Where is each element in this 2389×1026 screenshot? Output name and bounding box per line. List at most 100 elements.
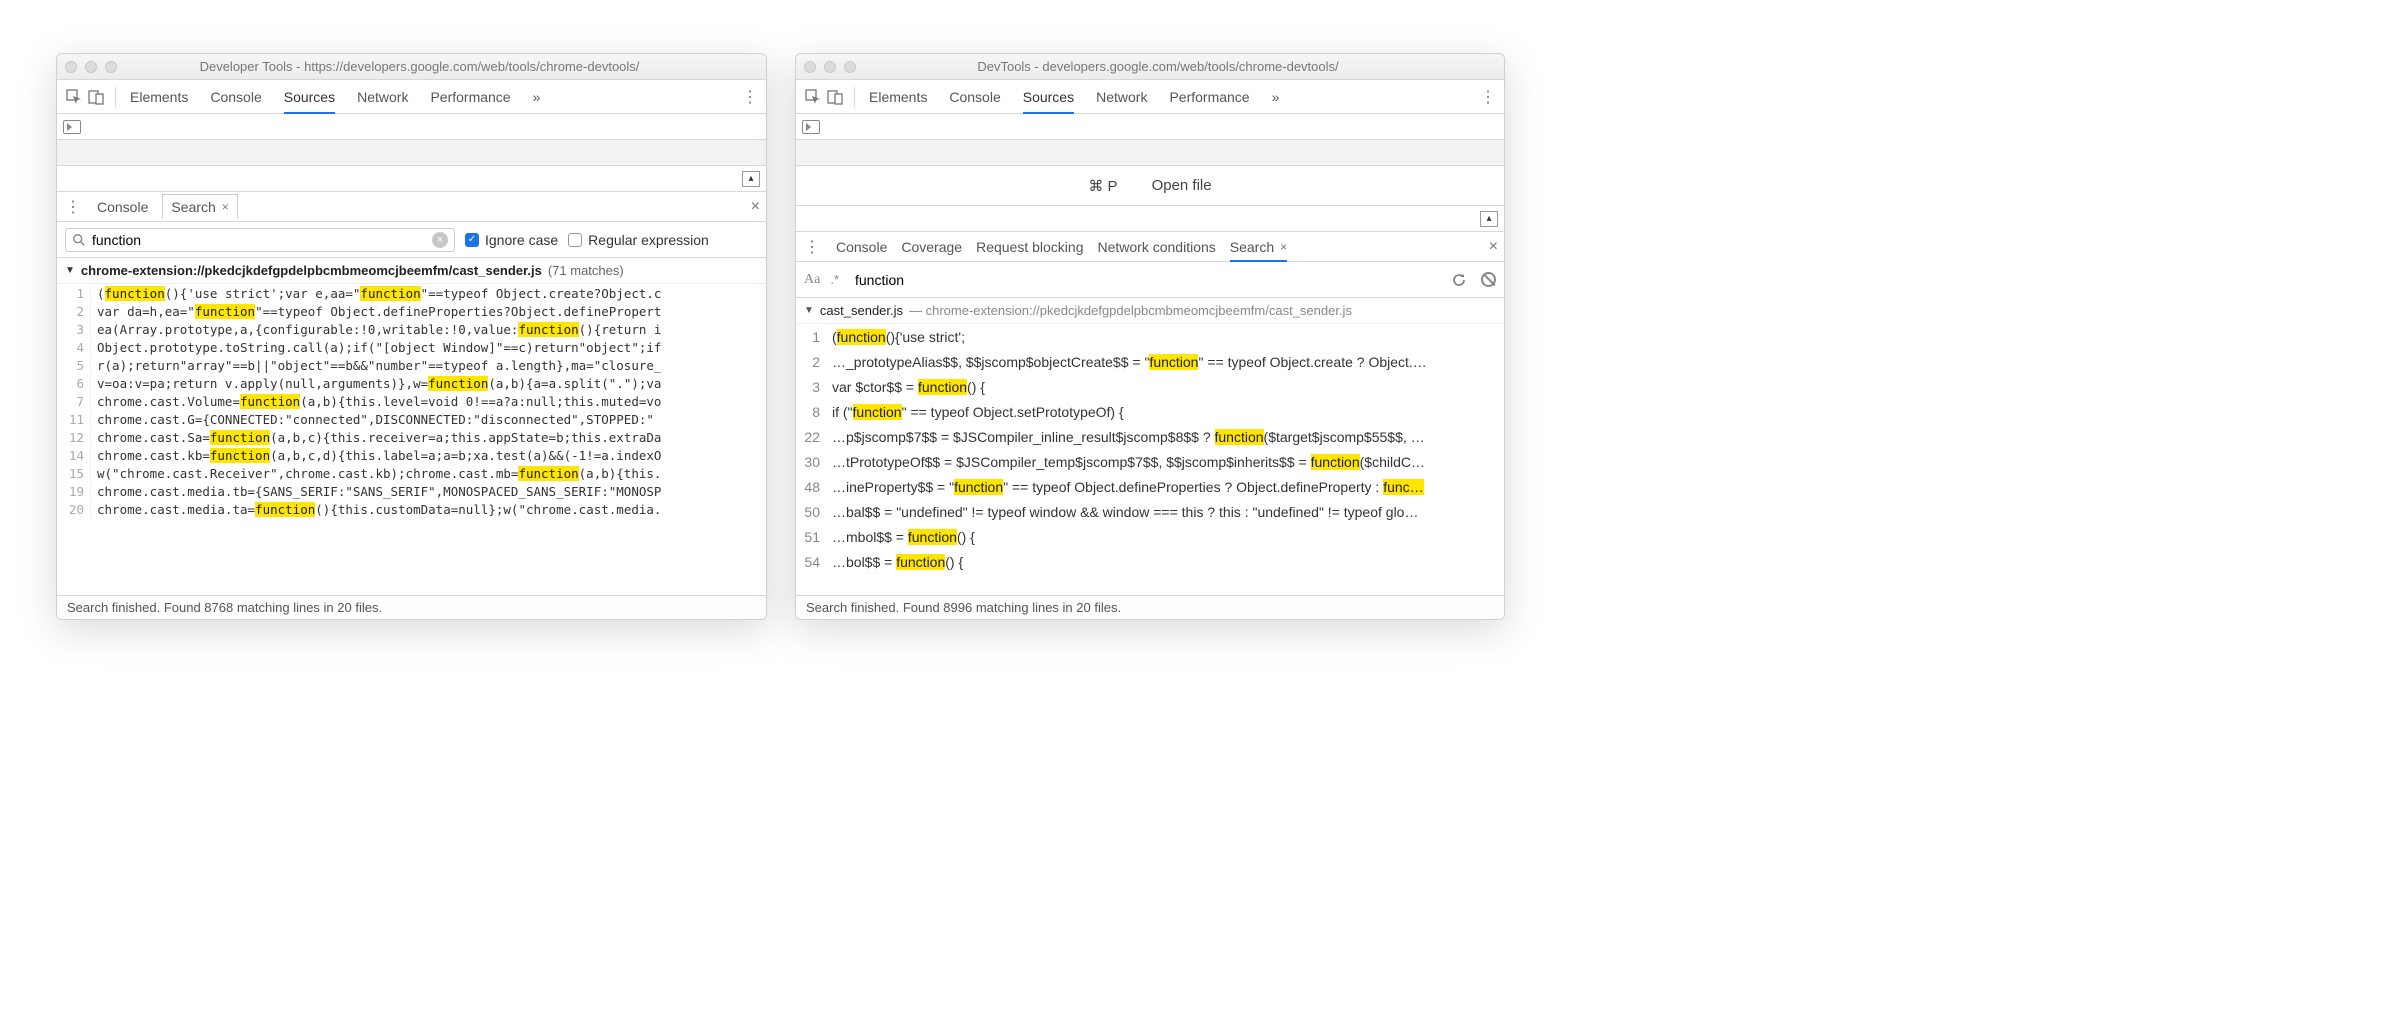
window-minimize[interactable] bbox=[824, 61, 836, 73]
line-code: chrome.cast.G={CONNECTED:"connected",DIS… bbox=[91, 412, 654, 427]
result-line[interactable]: 50…bal$$ = "undefined" != typeof window … bbox=[796, 499, 1504, 524]
line-number: 4 bbox=[57, 340, 91, 355]
tab-sources[interactable]: Sources bbox=[284, 81, 335, 113]
line-code: …tPrototypeOf$$ = $JSCompiler_temp$jscom… bbox=[826, 454, 1425, 470]
result-line[interactable]: 15w("chrome.cast.Receiver",chrome.cast.k… bbox=[57, 464, 766, 482]
result-line[interactable]: 8if ("function" == typeof Object.setProt… bbox=[796, 399, 1504, 424]
result-line[interactable]: 1(function(){'use strict'; bbox=[796, 324, 1504, 349]
search-bar: Aa .* bbox=[796, 262, 1504, 298]
result-line[interactable]: 11chrome.cast.G={CONNECTED:"connected",D… bbox=[57, 410, 766, 428]
drawer-close-icon[interactable]: × bbox=[751, 198, 760, 216]
tab-console[interactable]: Console bbox=[949, 81, 1000, 113]
close-icon[interactable]: × bbox=[222, 200, 229, 214]
inspect-icon[interactable] bbox=[802, 86, 824, 108]
drawer-tab-console[interactable]: Console bbox=[97, 193, 148, 221]
main-menu-icon[interactable]: ⋮ bbox=[1478, 87, 1498, 107]
line-code: chrome.cast.media.tb={SANS_SERIF:"SANS_S… bbox=[91, 484, 661, 499]
navigator-toggle-bar bbox=[796, 114, 1504, 140]
ignore-case-checkbox[interactable]: ✓ Ignore case bbox=[465, 232, 558, 248]
result-line[interactable]: 5r(a);return"array"==b||"object"==b&&"nu… bbox=[57, 356, 766, 374]
tab-elements[interactable]: Elements bbox=[869, 81, 927, 113]
tab-sources[interactable]: Sources bbox=[1023, 81, 1074, 113]
refresh-icon[interactable] bbox=[1451, 272, 1467, 288]
show-navigator-icon[interactable] bbox=[63, 120, 81, 134]
result-file-header[interactable]: ▼ cast_sender.js — chrome-extension://pk… bbox=[796, 298, 1504, 324]
result-line[interactable]: 30…tPrototypeOf$$ = $JSCompiler_temp$jsc… bbox=[796, 449, 1504, 474]
result-line[interactable]: 51…mbol$$ = function() { bbox=[796, 524, 1504, 549]
status-bar: Search finished. Found 8996 matching lin… bbox=[796, 595, 1504, 619]
line-code: if ("function" == typeof Object.setProto… bbox=[826, 404, 1124, 420]
clear-icon[interactable]: × bbox=[432, 232, 448, 248]
tab-elements[interactable]: Elements bbox=[130, 81, 188, 113]
window-close[interactable] bbox=[804, 61, 816, 73]
close-icon[interactable]: × bbox=[1280, 240, 1287, 254]
line-number: 2 bbox=[57, 304, 91, 319]
result-line[interactable]: 54…bol$$ = function() { bbox=[796, 549, 1504, 574]
result-line[interactable]: 22…p$jscomp$7$$ = $JSCompiler_inline_res… bbox=[796, 424, 1504, 449]
drawer-tab-search[interactable]: Search × bbox=[1230, 233, 1287, 261]
tab-network[interactable]: Network bbox=[1096, 81, 1147, 113]
result-line[interactable]: 3var $ctor$$ = function() { bbox=[796, 374, 1504, 399]
tab-performance[interactable]: Performance bbox=[1169, 81, 1249, 113]
regex-icon[interactable]: .* bbox=[830, 272, 839, 287]
result-line[interactable]: 2…_prototypeAlias$$, $$jscomp$objectCrea… bbox=[796, 349, 1504, 374]
line-code: …ineProperty$$ = "function" == typeof Ob… bbox=[826, 479, 1424, 495]
drawer-tab-search-label: Search bbox=[1230, 239, 1274, 255]
drawer-menu-icon[interactable]: ⋮ bbox=[63, 197, 83, 217]
window-minimize[interactable] bbox=[85, 61, 97, 73]
line-code: (function(){'use strict'; bbox=[826, 329, 965, 345]
openfile-label[interactable]: Open file bbox=[1152, 177, 1212, 194]
drawer-collapse-bar: ▴ bbox=[57, 166, 766, 192]
tab-network[interactable]: Network bbox=[357, 81, 408, 113]
main-menu-icon[interactable]: ⋮ bbox=[740, 87, 760, 107]
drawer-tab-search[interactable]: Search × bbox=[162, 194, 237, 219]
drawer-tab-network-conditions[interactable]: Network conditions bbox=[1097, 233, 1215, 261]
window-close[interactable] bbox=[65, 61, 77, 73]
search-input[interactable] bbox=[855, 272, 1435, 288]
tab-performance[interactable]: Performance bbox=[430, 81, 510, 113]
window-zoom[interactable] bbox=[105, 61, 117, 73]
checkbox-icon: ✓ bbox=[465, 233, 479, 247]
drawer-collapse-icon[interactable]: ▴ bbox=[1480, 211, 1498, 227]
open-file-hint: ⌘ P Open file bbox=[796, 166, 1504, 206]
tabs-overflow[interactable]: » bbox=[1272, 81, 1280, 113]
drawer-tab-coverage[interactable]: Coverage bbox=[901, 233, 962, 261]
result-line[interactable]: 14chrome.cast.kb=function(a,b,c,d){this.… bbox=[57, 446, 766, 464]
result-line[interactable]: 4Object.prototype.toString.call(a);if("[… bbox=[57, 338, 766, 356]
window-zoom[interactable] bbox=[844, 61, 856, 73]
line-number: 48 bbox=[796, 479, 826, 495]
result-line[interactable]: 3ea(Array.prototype,a,{configurable:!0,w… bbox=[57, 320, 766, 338]
drawer-menu-icon[interactable]: ⋮ bbox=[802, 237, 822, 257]
device-toggle-icon[interactable] bbox=[85, 86, 107, 108]
drawer-tab-console[interactable]: Console bbox=[836, 233, 887, 261]
match-case-icon[interactable]: Aa bbox=[804, 272, 820, 288]
drawer-close-icon[interactable]: × bbox=[1489, 238, 1498, 256]
result-line[interactable]: 19chrome.cast.media.tb={SANS_SERIF:"SANS… bbox=[57, 482, 766, 500]
inspect-icon[interactable] bbox=[63, 86, 85, 108]
result-line[interactable]: 48…ineProperty$$ = "function" == typeof … bbox=[796, 474, 1504, 499]
show-navigator-icon[interactable] bbox=[802, 120, 820, 134]
result-line[interactable]: 20chrome.cast.media.ta=function(){this.c… bbox=[57, 500, 766, 518]
device-toggle-icon[interactable] bbox=[824, 86, 846, 108]
result-line[interactable]: 12chrome.cast.Sa=function(a,b,c){this.re… bbox=[57, 428, 766, 446]
search-input[interactable] bbox=[92, 232, 426, 248]
clear-icon[interactable] bbox=[1481, 272, 1496, 287]
tabs-overflow[interactable]: » bbox=[533, 81, 541, 113]
result-line[interactable]: 1(function(){'use strict';var e,aa="func… bbox=[57, 284, 766, 302]
drawer-tab-request-blocking[interactable]: Request blocking bbox=[976, 233, 1083, 261]
drawer-tabs: ⋮ Console Search × × bbox=[57, 192, 766, 222]
result-line[interactable]: 2var da=h,ea="function"==typeof Object.d… bbox=[57, 302, 766, 320]
drawer-collapse-icon[interactable]: ▴ bbox=[742, 171, 760, 187]
line-code: …p$jscomp$7$$ = $JSCompiler_inline_resul… bbox=[826, 429, 1425, 445]
regex-checkbox[interactable]: Regular expression bbox=[568, 232, 709, 248]
result-line[interactable]: 6v=oa:v=pa;return v.apply(null,arguments… bbox=[57, 374, 766, 392]
devtools-window-right: DevTools - developers.google.com/web/too… bbox=[795, 53, 1505, 620]
checkbox-icon bbox=[568, 233, 582, 247]
devtools-window-left: Developer Tools - https://developers.goo… bbox=[56, 53, 767, 620]
line-code: …bal$$ = "undefined" != typeof window &&… bbox=[826, 504, 1418, 520]
status-bar: Search finished. Found 8768 matching lin… bbox=[57, 595, 766, 619]
result-file-header[interactable]: ▼ chrome-extension://pkedcjkdefgpdelpbcm… bbox=[57, 258, 766, 284]
search-results: 1(function(){'use strict';var e,aa="func… bbox=[57, 284, 766, 595]
result-line[interactable]: 7chrome.cast.Volume=function(a,b){this.l… bbox=[57, 392, 766, 410]
tab-console[interactable]: Console bbox=[210, 81, 261, 113]
